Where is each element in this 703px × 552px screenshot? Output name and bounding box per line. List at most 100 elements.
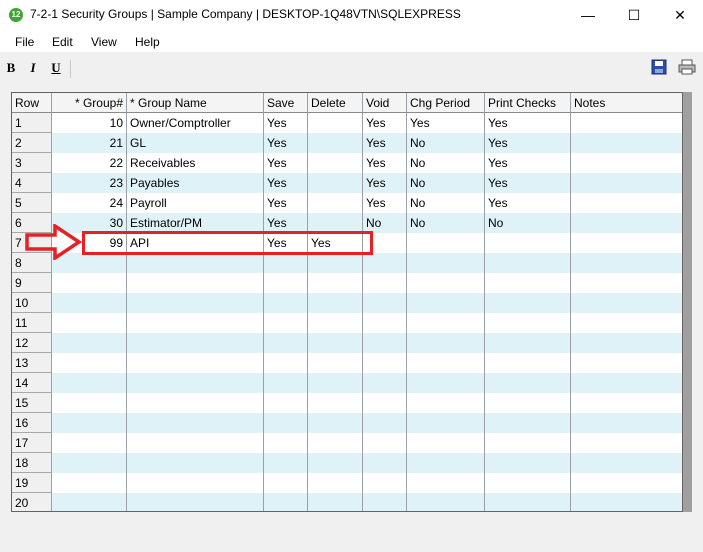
cell-group-name[interactable] [127, 493, 264, 511]
cell-notes[interactable] [571, 173, 682, 193]
cell-notes[interactable] [571, 333, 682, 353]
cell-print-checks[interactable]: Yes [485, 173, 571, 193]
cell-chg-period[interactable]: Yes [407, 113, 485, 133]
cell-notes[interactable] [571, 273, 682, 293]
italic-button[interactable]: I [25, 60, 41, 76]
cell-group-number[interactable] [52, 373, 127, 393]
cell-notes[interactable] [571, 193, 682, 213]
cell-print-checks[interactable] [485, 353, 571, 373]
cell-notes[interactable] [571, 253, 682, 273]
cell-void[interactable] [363, 253, 407, 273]
cell-print-checks[interactable] [485, 393, 571, 413]
column-header-notes[interactable]: Notes [571, 93, 682, 113]
cell-void[interactable] [363, 453, 407, 473]
cell-void[interactable]: Yes [363, 173, 407, 193]
cell-group-name[interactable] [127, 433, 264, 453]
cell-save[interactable]: Yes [264, 213, 308, 233]
cell-void[interactable] [363, 333, 407, 353]
cell-delete[interactable] [308, 113, 363, 133]
cell-delete[interactable] [308, 353, 363, 373]
cell-chg-period[interactable] [407, 313, 485, 333]
cell-chg-period[interactable] [407, 233, 485, 253]
menu-file[interactable]: File [15, 35, 34, 49]
maximize-button[interactable]: ☐ [611, 0, 657, 30]
cell-print-checks[interactable] [485, 453, 571, 473]
cell-notes[interactable] [571, 353, 682, 373]
cell-void[interactable]: Yes [363, 193, 407, 213]
cell-delete[interactable] [308, 333, 363, 353]
cell-group-name[interactable]: Payroll [127, 193, 264, 213]
vertical-scrollbar[interactable] [683, 92, 692, 512]
menu-edit[interactable]: Edit [52, 35, 73, 49]
column-header-chg-period[interactable]: Chg Period [407, 93, 485, 113]
cell-chg-period[interactable]: No [407, 213, 485, 233]
cell-print-checks[interactable]: Yes [485, 133, 571, 153]
cell-print-checks[interactable] [485, 253, 571, 273]
cell-void[interactable] [363, 393, 407, 413]
cell-group-name[interactable] [127, 333, 264, 353]
cell-delete[interactable] [308, 433, 363, 453]
cell-save[interactable]: Yes [264, 133, 308, 153]
cell-delete[interactable] [308, 173, 363, 193]
cell-chg-period[interactable] [407, 253, 485, 273]
cell-void[interactable] [363, 413, 407, 433]
cell-notes[interactable] [571, 313, 682, 333]
minimize-button[interactable]: — [565, 0, 611, 30]
cell-save[interactable] [264, 473, 308, 493]
cell-save[interactable]: Yes [264, 173, 308, 193]
cell-delete[interactable] [308, 253, 363, 273]
cell-group-name[interactable]: Receivables [127, 153, 264, 173]
cell-group-number[interactable] [52, 393, 127, 413]
cell-save[interactable] [264, 453, 308, 473]
cell-void[interactable] [363, 373, 407, 393]
cell-group-number[interactable] [52, 453, 127, 473]
cell-chg-period[interactable]: No [407, 173, 485, 193]
security-groups-grid[interactable]: Row * Group# * Group Name Save Delete Void Chg… [11, 92, 683, 512]
cell-save[interactable] [264, 353, 308, 373]
cell-group-number[interactable] [52, 473, 127, 493]
cell-delete[interactable] [308, 373, 363, 393]
cell-save[interactable] [264, 273, 308, 293]
cell-group-name[interactable] [127, 273, 264, 293]
cell-delete[interactable] [308, 413, 363, 433]
cell-notes[interactable] [571, 153, 682, 173]
cell-print-checks[interactable] [485, 493, 571, 511]
cell-chg-period[interactable] [407, 373, 485, 393]
cell-group-number[interactable] [52, 433, 127, 453]
cell-chg-period[interactable]: No [407, 133, 485, 153]
cell-group-number[interactable] [52, 313, 127, 333]
cell-chg-period[interactable]: No [407, 153, 485, 173]
cell-void[interactable] [363, 293, 407, 313]
column-header-delete[interactable]: Delete [308, 93, 363, 113]
cell-notes[interactable] [571, 133, 682, 153]
cell-save[interactable]: Yes [264, 193, 308, 213]
column-header-void[interactable]: Void [363, 93, 407, 113]
cell-chg-period[interactable]: No [407, 193, 485, 213]
cell-group-name[interactable] [127, 413, 264, 433]
cell-notes[interactable] [571, 113, 682, 133]
cell-group-number[interactable] [52, 353, 127, 373]
cell-chg-period[interactable] [407, 353, 485, 373]
column-header-row[interactable]: Row [12, 93, 52, 113]
cell-delete[interactable] [308, 393, 363, 413]
cell-group-number[interactable] [52, 293, 127, 313]
cell-save[interactable] [264, 433, 308, 453]
cell-save[interactable] [264, 313, 308, 333]
cell-notes[interactable] [571, 473, 682, 493]
column-header-group-number[interactable]: * Group# [52, 93, 127, 113]
cell-chg-period[interactable] [407, 413, 485, 433]
cell-group-name[interactable]: Estimator/PM [127, 213, 264, 233]
print-icon[interactable] [678, 59, 696, 75]
cell-group-name[interactable] [127, 453, 264, 473]
cell-delete[interactable] [308, 493, 363, 511]
cell-print-checks[interactable] [485, 293, 571, 313]
cell-delete[interactable] [308, 153, 363, 173]
cell-group-name[interactable] [127, 473, 264, 493]
cell-save[interactable] [264, 293, 308, 313]
cell-print-checks[interactable] [485, 313, 571, 333]
cell-group-number[interactable] [52, 333, 127, 353]
cell-group-number[interactable]: 22 [52, 153, 127, 173]
cell-group-name[interactable] [127, 353, 264, 373]
column-header-group-name[interactable]: * Group Name [127, 93, 264, 113]
cell-save[interactable]: Yes [264, 153, 308, 173]
